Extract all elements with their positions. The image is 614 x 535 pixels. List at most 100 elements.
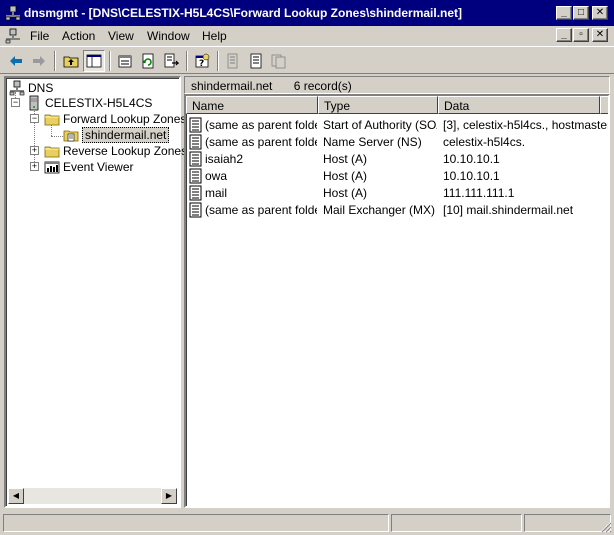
record-type-cell: Host (A): [323, 152, 368, 166]
record-row[interactable]: (same as parent folder) Start of Authorit…: [186, 117, 608, 134]
resource-record-icon: [189, 134, 202, 150]
menu-help[interactable]: Help: [202, 29, 227, 43]
new-domain-button[interactable]: [268, 50, 290, 72]
record-name-cell: mail: [205, 186, 228, 200]
new-domain-icon: [271, 54, 286, 69]
record-count-label: 6 record(s): [293, 79, 352, 93]
status-cell-tertiary: [524, 514, 611, 532]
tree-horizontal-scrollbar[interactable]: ◀ ▶: [8, 488, 177, 504]
resource-record-icon: [189, 168, 202, 184]
maximize-button[interactable]: □: [573, 6, 589, 20]
forward-arrow-icon: [33, 56, 45, 66]
close-button[interactable]: ✕: [592, 6, 608, 20]
window-title: dnsmgmt - [DNS\CELESTIX-H5L4CS\Forward L…: [24, 6, 463, 20]
tree-item-reverse-lookup-zones[interactable]: Reverse Lookup Zones: [44, 143, 187, 159]
column-header-name[interactable]: Name: [186, 96, 318, 114]
properties-icon: [118, 55, 132, 68]
status-cell-main: [3, 514, 389, 532]
tree-label-forward-lookup-zones: Forward Lookup Zones: [63, 112, 187, 126]
details-pane: shindermail.net 6 record(s) Name Type Da…: [184, 76, 610, 508]
menu-action[interactable]: Action: [62, 29, 95, 43]
record-row[interactable]: mail Host (A) 111.111.111.1: [186, 185, 608, 202]
back-arrow-icon: [10, 56, 22, 66]
record-data-cell: 111.111.111.1: [443, 186, 515, 200]
console-tree[interactable]: DNS − CELESTIX-H5L4CS − Forward Lookup Z…: [4, 76, 187, 508]
record-row[interactable]: (same as parent folder) Mail Exchanger (M…: [186, 202, 608, 219]
record-data-cell: 10.10.10.1: [443, 152, 500, 166]
folder-icon: [44, 114, 60, 126]
record-data-cell: celestix-h5l4cs.: [443, 135, 526, 149]
toolbar-separator: [54, 51, 56, 71]
column-header-type[interactable]: Type: [318, 96, 438, 114]
doc-close-button[interactable]: ✕: [592, 28, 608, 42]
resource-record-icon: [189, 117, 202, 133]
record-data-cell: [10] mail.shindermail.net: [443, 203, 574, 217]
resource-record-icon: [189, 151, 202, 167]
title-bar[interactable]: dnsmgmt - [DNS\CELESTIX-H5L4CS\Forward L…: [0, 0, 614, 26]
scroll-left-button[interactable]: ◀: [8, 488, 24, 504]
properties-button[interactable]: [114, 50, 136, 72]
toolbar: ?: [0, 46, 614, 74]
refresh-icon: [142, 53, 154, 69]
menu-view[interactable]: View: [108, 29, 134, 43]
resize-grip-icon[interactable]: [600, 521, 612, 533]
result-info-bar: shindermail.net 6 record(s): [184, 76, 610, 94]
resource-record-icon: [189, 185, 202, 201]
export-list-icon: [164, 53, 179, 68]
doc-restore-button[interactable]: ▫: [573, 28, 589, 42]
show-tree-icon: [86, 54, 102, 68]
help-icon: ?: [195, 53, 210, 69]
tree-label-zone-shindermail: shindermail.net: [82, 127, 170, 143]
record-type-cell: Host (A): [323, 169, 368, 183]
tree-expander-reverse-zones[interactable]: +: [30, 146, 39, 155]
list-header: Name Type Data: [186, 96, 608, 114]
tree-expander-event-viewer[interactable]: +: [30, 162, 39, 171]
status-cell-secondary: [391, 514, 522, 532]
toolbar-separator: [217, 51, 219, 71]
menu-file[interactable]: File: [30, 29, 49, 43]
back-button[interactable]: [5, 50, 27, 72]
record-name-cell: (same as parent folder): [205, 135, 317, 149]
record-name-cell: owa: [205, 169, 228, 183]
resource-record-icon: [189, 202, 202, 218]
forward-button[interactable]: [28, 50, 50, 72]
server-icon: [29, 95, 39, 111]
new-host-button[interactable]: [245, 50, 267, 72]
refresh-button[interactable]: [137, 50, 159, 72]
show-hide-tree-button[interactable]: [83, 50, 105, 72]
help-button[interactable]: ?: [191, 50, 213, 72]
record-row[interactable]: isaiah2 Host (A) 10.10.10.1: [186, 151, 608, 168]
new-record-button[interactable]: [222, 50, 244, 72]
svg-text:?: ?: [199, 59, 204, 69]
tree-label-dns: DNS: [28, 81, 54, 95]
tree-item-forward-lookup-zones[interactable]: Forward Lookup Zones: [44, 111, 186, 127]
tree-item-zone-shindermail[interactable]: shindermail.net: [63, 127, 170, 143]
record-row[interactable]: owa Host (A) 10.10.10.1: [186, 168, 608, 185]
menu-window[interactable]: Window: [147, 29, 190, 43]
tree-item-event-viewer[interactable]: Event Viewer: [44, 159, 133, 175]
tree-expander-server[interactable]: −: [11, 98, 20, 107]
tree-label-server: CELESTIX-H5L4CS: [45, 96, 153, 110]
record-name-cell: isaiah2: [205, 152, 244, 166]
doc-minimize-button[interactable]: _: [556, 28, 572, 42]
column-header-filler: [600, 96, 608, 114]
record-type-cell: Host (A): [323, 186, 368, 200]
tree-item-dns[interactable]: DNS: [9, 80, 53, 96]
folder-icon: [44, 146, 60, 158]
export-list-button[interactable]: [160, 50, 182, 72]
zone-folder-icon: [63, 130, 79, 142]
tree-item-server[interactable]: CELESTIX-H5L4CS: [26, 95, 152, 111]
scroll-right-button[interactable]: ▶: [161, 488, 177, 504]
tree-expander-forward-zones[interactable]: −: [30, 114, 39, 123]
up-one-level-button[interactable]: [60, 50, 82, 72]
minimize-button[interactable]: _: [556, 6, 572, 20]
column-header-data[interactable]: Data: [438, 96, 600, 114]
records-list-view[interactable]: Name Type Data (same as parent folder) St…: [184, 94, 610, 508]
new-record-icon: [227, 53, 238, 69]
record-type-cell: Mail Exchanger (MX): [323, 203, 436, 217]
toolbar-separator: [186, 51, 188, 71]
tree-label-reverse-lookup-zones: Reverse Lookup Zones: [63, 144, 188, 158]
current-zone-label: shindermail.net: [191, 79, 273, 93]
mmc-document-icon[interactable]: [5, 28, 21, 44]
record-row[interactable]: (same as parent folder) Name Server (NS) c…: [186, 134, 608, 151]
